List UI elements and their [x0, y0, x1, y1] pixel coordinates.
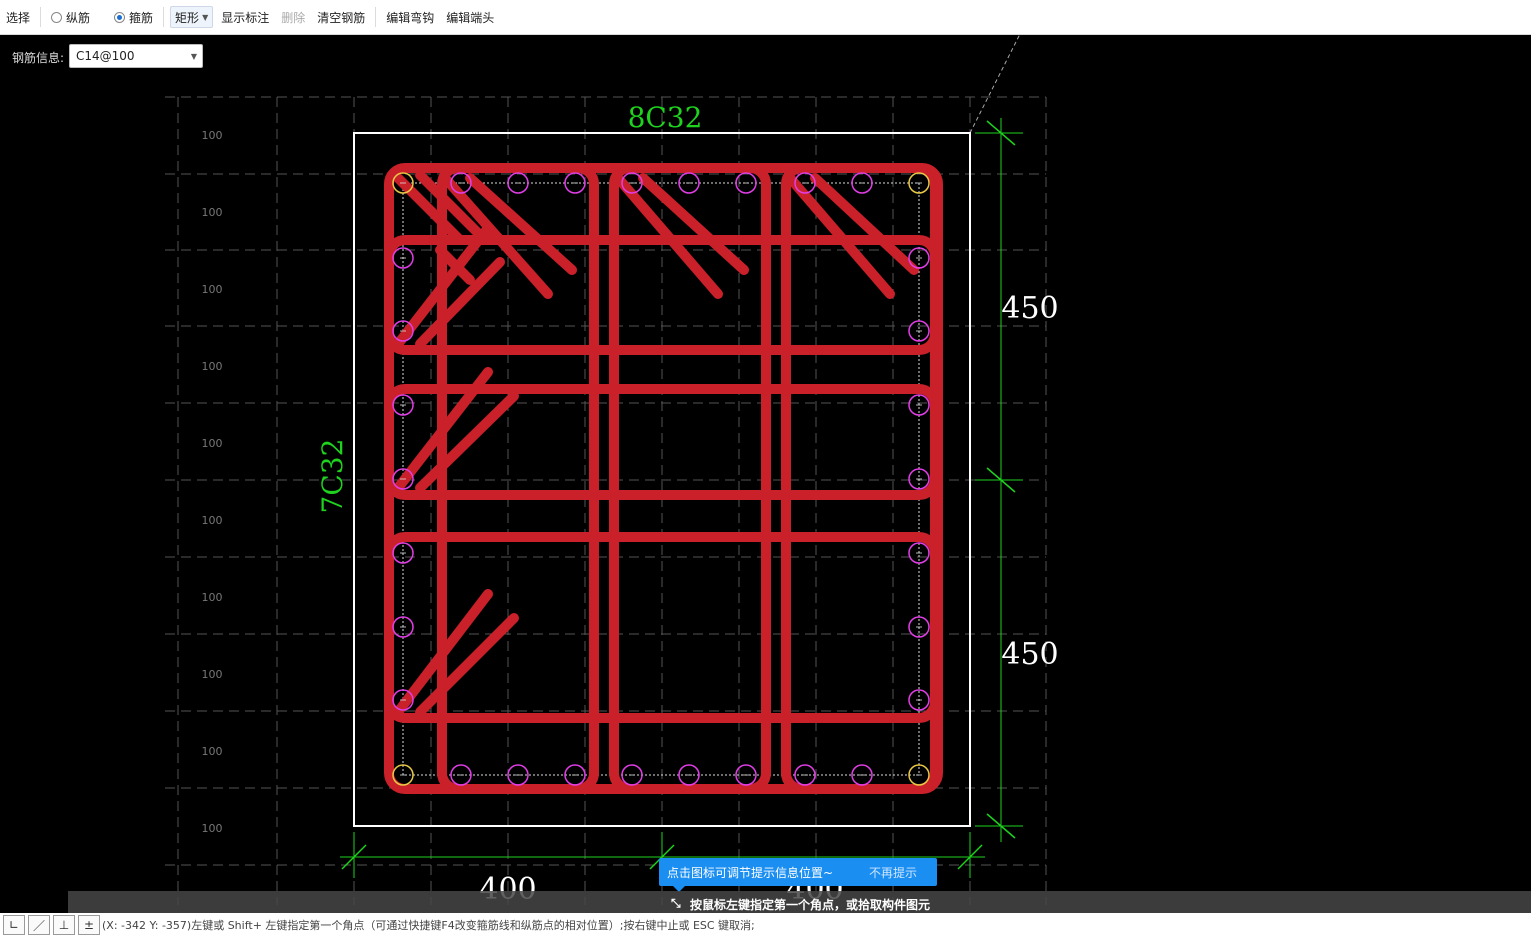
grid-spacing-label: 100	[202, 822, 223, 835]
chevron-down-icon: ▼	[190, 52, 197, 61]
grid-spacing-label: 100	[202, 129, 223, 142]
grid-spacing-label: 100	[202, 437, 223, 450]
rebar-info-select[interactable]: C14@100 ▼	[69, 44, 203, 68]
dim-right-upper: 450	[1001, 291, 1058, 326]
line-icon[interactable]: ／	[28, 915, 50, 935]
grid-spacing-label: 100	[202, 206, 223, 219]
drawing-canvas[interactable]: 100 100 100 100 100 100 100 100 100 100 8C32 7C32…	[0, 0, 1531, 937]
orthogonal-icon[interactable]: ∟	[3, 915, 25, 935]
grid-spacing-labels: 100 100 100 100 100 100 100 100 100 100	[202, 129, 223, 835]
tip-dismiss-button[interactable]: 不再提示	[869, 864, 937, 881]
grid-spacing-label: 100	[202, 745, 223, 758]
grid-spacing-label: 100	[202, 591, 223, 604]
grid-spacing-label: 100	[202, 514, 223, 527]
top-rebar-label[interactable]: 8C32	[628, 101, 703, 134]
dim-right-lower: 450	[1001, 637, 1058, 672]
tip-text: 点击图标可调节提示信息位置~	[667, 865, 834, 880]
rebar-info-value: C14@100	[76, 49, 135, 63]
hint-text: 按鼠标左键指定第一个角点，或拾取构件图元	[690, 898, 931, 912]
rebar-centerline	[402, 182, 920, 776]
grid-spacing-label: 100	[202, 360, 223, 373]
collapse-arrows-icon[interactable]: ⤡	[671, 896, 681, 911]
rebar-info-label: 钢筋信息:	[12, 51, 65, 65]
grid-spacing-label: 100	[202, 668, 223, 681]
hint-bar: ⤡ 按鼠标左键指定第一个角点，或拾取构件图元	[68, 891, 1531, 915]
longitudinal-bars[interactable]	[392, 172, 930, 786]
status-bar: ∟ ／ ⊥ ± (X: -342 Y: -357)左键或 Shift+ 左键指定…	[0, 913, 1531, 937]
leader-line	[969, 33, 1021, 134]
status-text: (X: -342 Y: -357)左键或 Shift+ 左键指定第一个角点（可通…	[102, 919, 755, 932]
grid-spacing-label: 100	[202, 283, 223, 296]
stirrups[interactable]	[384, 163, 943, 794]
side-rebar-label[interactable]: 7C32	[316, 439, 349, 514]
add-minus-icon[interactable]: ±	[78, 915, 100, 935]
tip-bubble[interactable]: 点击图标可调节提示信息位置~ 不再提示	[659, 858, 937, 892]
perpendicular-icon[interactable]: ⊥	[53, 915, 75, 935]
